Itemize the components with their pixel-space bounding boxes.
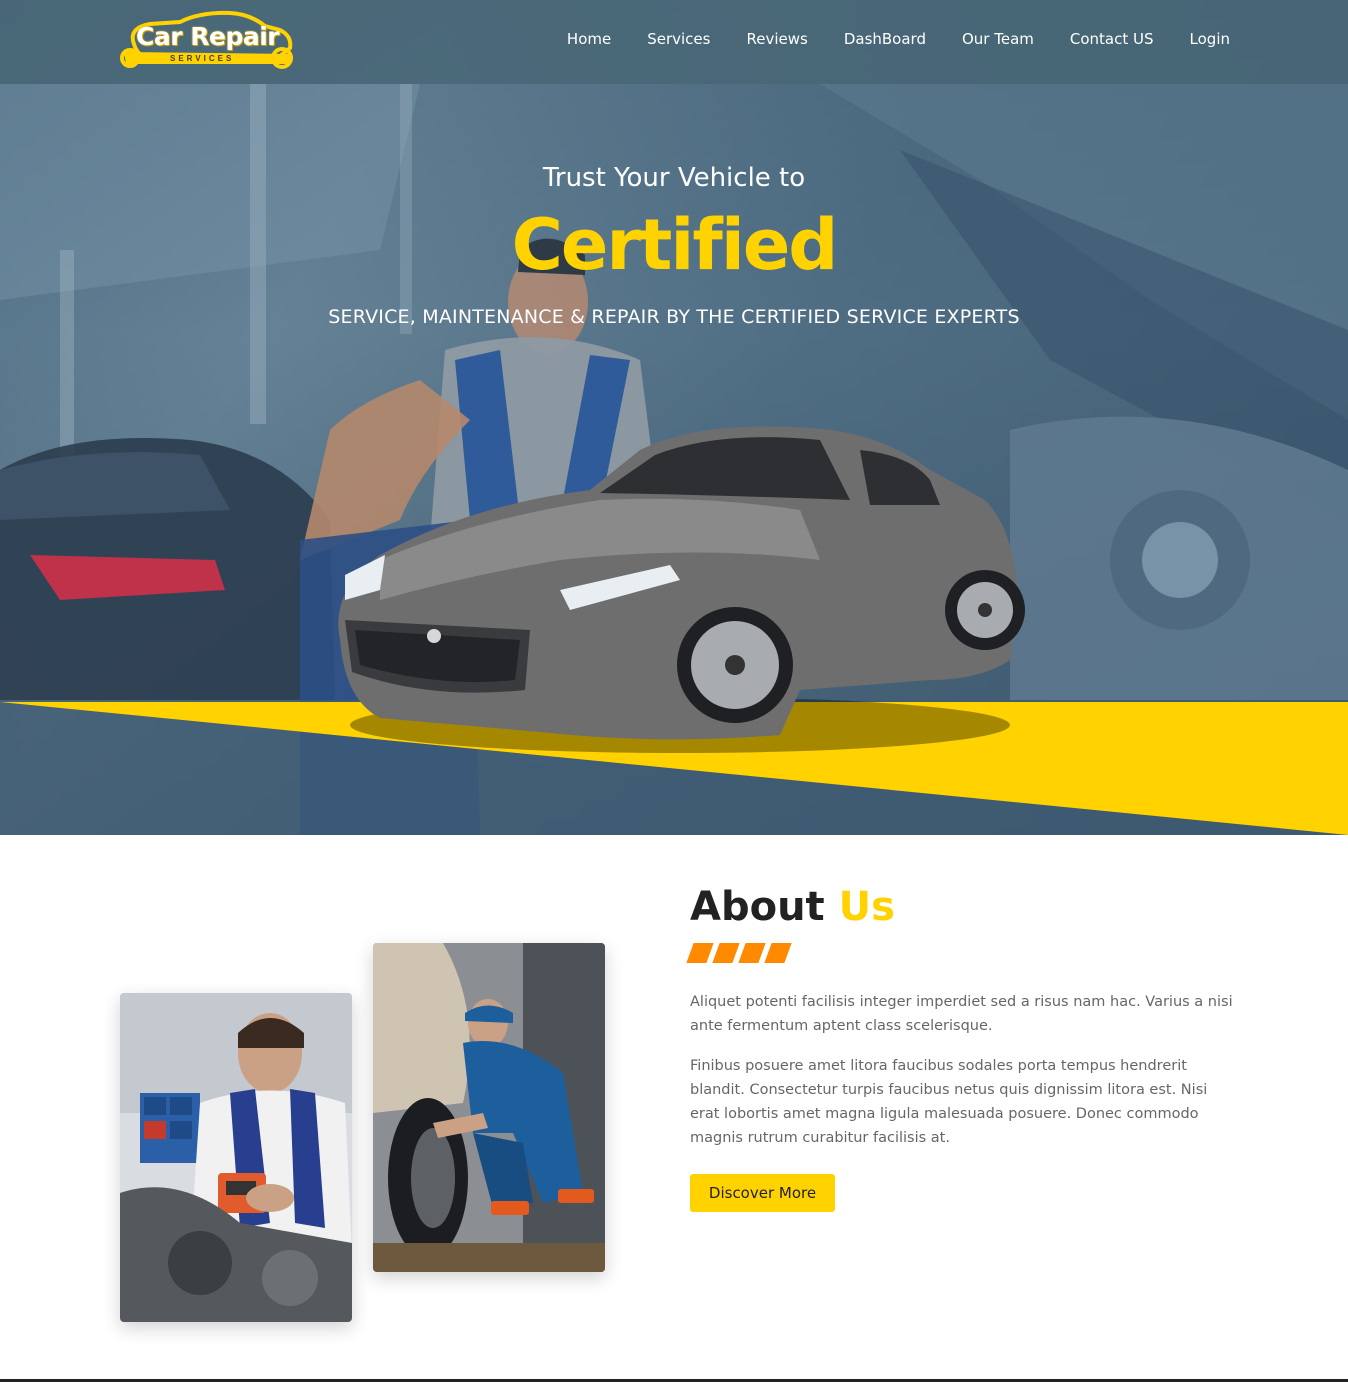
about-heading: About Us [690, 884, 895, 930]
about-paragraph-1: Aliquet potenti facilisis integer imperd… [690, 994, 1233, 1034]
mechanic-tire-photo [373, 943, 605, 1272]
stripe [738, 943, 766, 963]
nav-home[interactable]: Home [567, 30, 611, 48]
stripe [764, 943, 792, 963]
hero-subtitle: Trust Your Vehicle to [542, 163, 806, 193]
hero-background-illustration [0, 84, 1348, 835]
nav-dashboard[interactable]: DashBoard [844, 30, 926, 48]
discover-more-button[interactable]: Discover More [690, 1174, 835, 1212]
car-repair-logo[interactable]: Car Repair SERVICES [120, 8, 298, 72]
nav-contact-us[interactable]: Contact US [1070, 30, 1154, 48]
decorative-stripes [686, 943, 792, 963]
nav-menu: Home Services Reviews DashBoard Our Team… [531, 30, 1230, 48]
nav-services[interactable]: Services [647, 30, 710, 48]
top-navbar: Car Repair SERVICES Home Services Review… [0, 0, 1348, 84]
nav-login[interactable]: Login [1190, 30, 1230, 48]
hero-tagline: SERVICE, MAINTENANCE & REPAIR BY THE CER… [328, 306, 1020, 328]
hero-section: Car Repair SERVICES Home Services Review… [0, 0, 1348, 835]
tire-photo-image [373, 943, 605, 1272]
nav-our-team[interactable]: Our Team [962, 30, 1034, 48]
logo-subtext: SERVICES [170, 54, 235, 63]
mechanic-engine-photo [120, 993, 352, 1322]
mechanic-photo-image [120, 993, 352, 1322]
about-heading-main: About [690, 884, 825, 930]
about-heading-accent: Us [838, 884, 895, 930]
stripe [712, 943, 740, 963]
logo-text: Car Repair [136, 22, 280, 51]
nav-reviews[interactable]: Reviews [746, 30, 807, 48]
stripe [686, 943, 714, 963]
about-paragraph-2: Finibus posuere amet litora faucibus sod… [690, 1058, 1208, 1146]
hero-title: Certified [511, 204, 839, 286]
